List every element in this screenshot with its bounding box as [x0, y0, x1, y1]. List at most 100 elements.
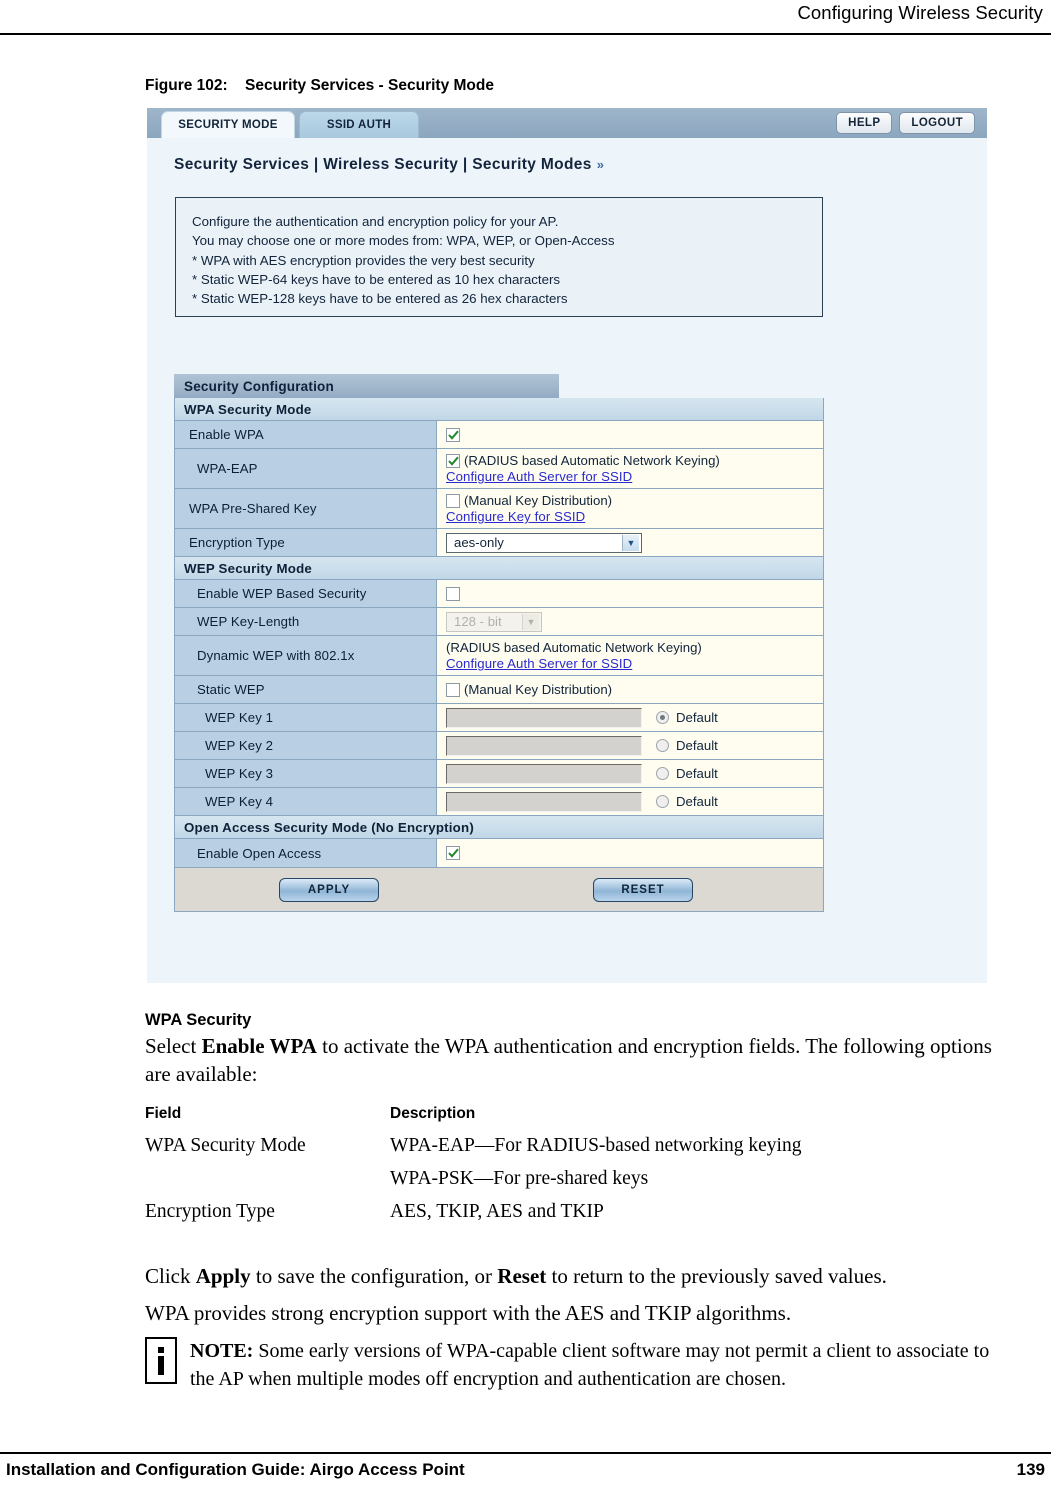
column-header-field: Field	[145, 1105, 182, 1122]
row-enable-open-access: Enable Open Access	[175, 839, 823, 867]
configuration-table: WPA Security Mode Enable WPA WPA-EAP (RA…	[174, 398, 824, 868]
field-name: Encryption Type	[145, 1201, 275, 1222]
tab-ssid-auth[interactable]: SSID AUTH	[299, 111, 419, 138]
header-rule	[0, 33, 1051, 36]
section-header-open-access: Open Access Security Mode (No Encryption…	[175, 816, 823, 839]
reset-button[interactable]: RESET	[593, 877, 693, 902]
note-callout: NOTE: Some early versions of WPA-capable…	[145, 1337, 1015, 1393]
intro-pre: Select	[145, 1034, 202, 1058]
encryption-type-value: aes-only	[454, 535, 504, 550]
wep-key-4-default-radio[interactable]	[656, 795, 669, 808]
info-panel-lines: Configure the authentication and encrypt…	[192, 212, 614, 308]
row-label: WEP Key 1	[175, 704, 437, 731]
wpa-psk-checkbox[interactable]	[446, 493, 460, 508]
row-label: Static WEP	[175, 676, 437, 703]
help-button[interactable]: HELP	[836, 112, 893, 134]
table-header-row: Field Description	[145, 1105, 845, 1129]
footer-rule	[0, 1452, 1051, 1455]
row-value: Default	[437, 732, 823, 759]
intro-bold: Enable WPA	[201, 1034, 317, 1058]
field-description: AES, TKIP, AES and TKIP	[390, 1195, 845, 1228]
wpa-psk-line: (Manual Key Distribution)	[446, 493, 612, 508]
wep-key-3-default-label: Default	[676, 766, 718, 781]
info-icon	[145, 1337, 177, 1384]
wep-key-3-default-radio[interactable]	[656, 767, 669, 780]
tab-security-mode[interactable]: SECURITY MODE	[161, 111, 295, 138]
security-configuration-panel: Security Configuration WPA Security Mode…	[174, 374, 824, 912]
top-button-group: HELP LOGOUT	[836, 112, 975, 134]
apply-button[interactable]: APPLY	[279, 877, 379, 902]
row-wep-key-1: WEP Key 1 Default	[175, 704, 823, 732]
row-label: WEP Key-Length	[175, 608, 437, 635]
row-label: Encryption Type	[175, 529, 437, 556]
row-label: Enable Open Access	[175, 839, 437, 867]
enable-wpa-checkbox[interactable]	[446, 427, 460, 442]
breadcrumb: Security Services | Wireless Security | …	[174, 156, 604, 174]
apply-button-label: APPLY	[307, 883, 351, 896]
page-footer: Installation and Configuration Guide: Ai…	[0, 1460, 1051, 1480]
reset-button-label: RESET	[621, 883, 665, 896]
row-value	[437, 839, 823, 867]
chevron-down-icon: ▼	[622, 534, 639, 551]
wep-key-2-default-label: Default	[676, 738, 718, 753]
wep-key-1-default-radio[interactable]	[656, 711, 669, 724]
wep-key-2-default-radio[interactable]	[656, 739, 669, 752]
footer-title: Installation and Configuration Guide: Ai…	[6, 1460, 465, 1479]
wpa-eap-line: (RADIUS based Automatic Network Keying)	[446, 453, 720, 468]
row-encryption-type: Encryption Type aes-only ▼	[175, 529, 823, 557]
row-value: Default	[437, 704, 823, 731]
description-line: WPA-EAP—For RADIUS-based networking keyi…	[390, 1135, 802, 1156]
wpa-eap-note: (RADIUS based Automatic Network Keying)	[464, 453, 720, 468]
row-value	[437, 421, 823, 448]
tab-security-mode-label: SECURITY MODE	[178, 119, 278, 131]
info-line: Configure the authentication and encrypt…	[192, 214, 559, 229]
tab-ssid-auth-label: SSID AUTH	[326, 119, 392, 131]
encryption-type-select[interactable]: aes-only ▼	[446, 532, 642, 553]
wpa-psk-note: (Manual Key Distribution)	[464, 493, 613, 508]
row-value: (Manual Key Distribution)	[437, 676, 823, 703]
configure-auth-server-link[interactable]: Configure Auth Server for SSID	[446, 656, 632, 671]
field-description: WPA-EAP—For RADIUS-based networking keyi…	[390, 1129, 845, 1195]
configure-key-link[interactable]: Configure Key for SSID	[446, 509, 585, 524]
info-line: * Static WEP-64 keys have to be entered …	[192, 271, 561, 287]
wep-key-2-input[interactable]	[446, 735, 642, 756]
wep-key-length-select[interactable]: 128 - bit ▼	[446, 611, 542, 632]
static-wep-note: (Manual Key Distribution)	[464, 682, 613, 697]
click-apply-paragraph: Click Apply to save the configuration, o…	[145, 1263, 1005, 1291]
row-wpa-eap: WPA-EAP (RADIUS based Automatic Network …	[175, 449, 823, 489]
row-wep-key-2: WEP Key 2 Default	[175, 732, 823, 760]
row-label: WPA Pre-Shared Key	[175, 489, 437, 528]
info-line: You may choose one or more modes from: W…	[192, 233, 615, 249]
enable-open-access-checkbox[interactable]	[446, 846, 460, 860]
click-pre: Click	[145, 1264, 196, 1288]
dynamic-wep-note: (RADIUS based Automatic Network Keying)	[446, 640, 702, 655]
wep-key-1-default-label: Default	[676, 710, 718, 725]
running-head-text: Configuring Wireless Security	[797, 2, 1043, 23]
figure-title: Security Services - Security Mode	[245, 77, 494, 94]
note-body: NOTE: Some early versions of WPA-capable…	[190, 1337, 1015, 1393]
logout-button[interactable]: LOGOUT	[899, 112, 975, 134]
tab-strip: SECURITY MODE SSID AUTH HELP LOGOUT	[147, 108, 987, 138]
section-subheading: WPA Security	[145, 1011, 252, 1029]
click-post: to return to the previously saved values…	[546, 1264, 887, 1288]
wep-key-4-input[interactable]	[446, 791, 642, 812]
field-name: WPA Security Mode	[145, 1135, 306, 1156]
wep-key-1-input[interactable]	[446, 707, 642, 728]
intro-paragraph: Select Enable WPA to activate the WPA au…	[145, 1033, 1005, 1088]
row-label: WEP Key 2	[175, 732, 437, 759]
page-number: 139	[1016, 1460, 1045, 1479]
note-content: Some early versions of WPA-capable clien…	[190, 1340, 990, 1390]
wep-key-3-input[interactable]	[446, 763, 642, 784]
description-line: WPA-PSK—For pre-shared keys	[390, 1168, 649, 1189]
enable-wep-checkbox[interactable]	[446, 586, 460, 601]
logout-button-label: LOGOUT	[911, 117, 963, 129]
static-wep-checkbox[interactable]	[446, 682, 460, 697]
configure-auth-server-link[interactable]: Configure Auth Server for SSID	[446, 469, 632, 484]
wpa-encryption-paragraph: WPA provides strong encryption support w…	[145, 1301, 792, 1325]
row-label: Enable WPA	[175, 421, 437, 448]
row-value: Default	[437, 788, 823, 815]
row-value: (RADIUS based Automatic Network Keying) …	[437, 636, 823, 675]
wep-key-length-value: 128 - bit	[454, 614, 502, 629]
wpa-eap-checkbox[interactable]	[446, 453, 460, 468]
click-mid: to save the configuration, or	[250, 1264, 498, 1288]
